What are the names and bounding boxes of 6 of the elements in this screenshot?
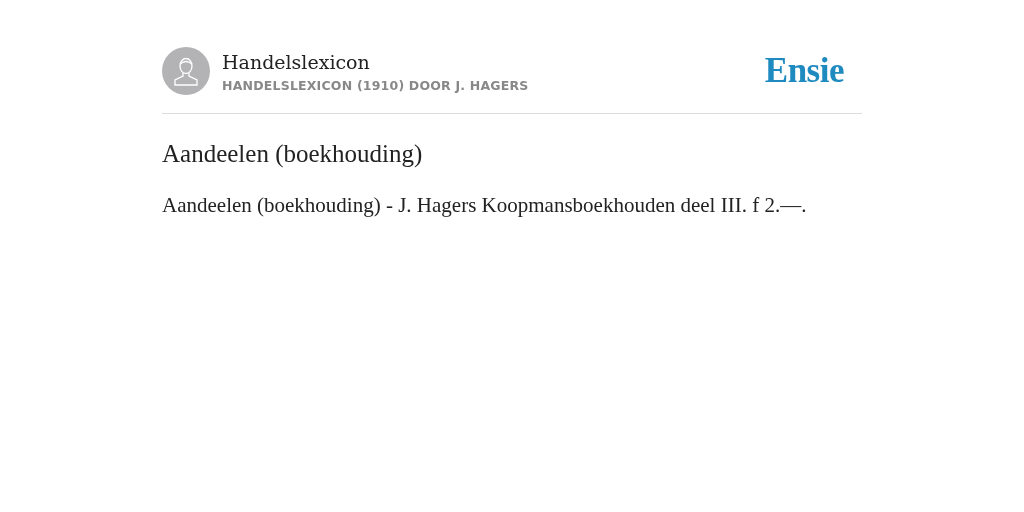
article-title: Aandeelen (boekhouding) [162,139,424,170]
site-logo[interactable]: Ensie [764,51,844,91]
avatar-icon [162,47,210,95]
article-body: Aandeelen (boekhouding) - J. Hagers Koopmansboekhouden deel III. f 2.—. [162,192,808,219]
source-title[interactable]: Handelslexicon [222,49,765,74]
source-subtitle: HANDELSLEXICON (1910) DOOR J. HAGERS [222,77,530,93]
